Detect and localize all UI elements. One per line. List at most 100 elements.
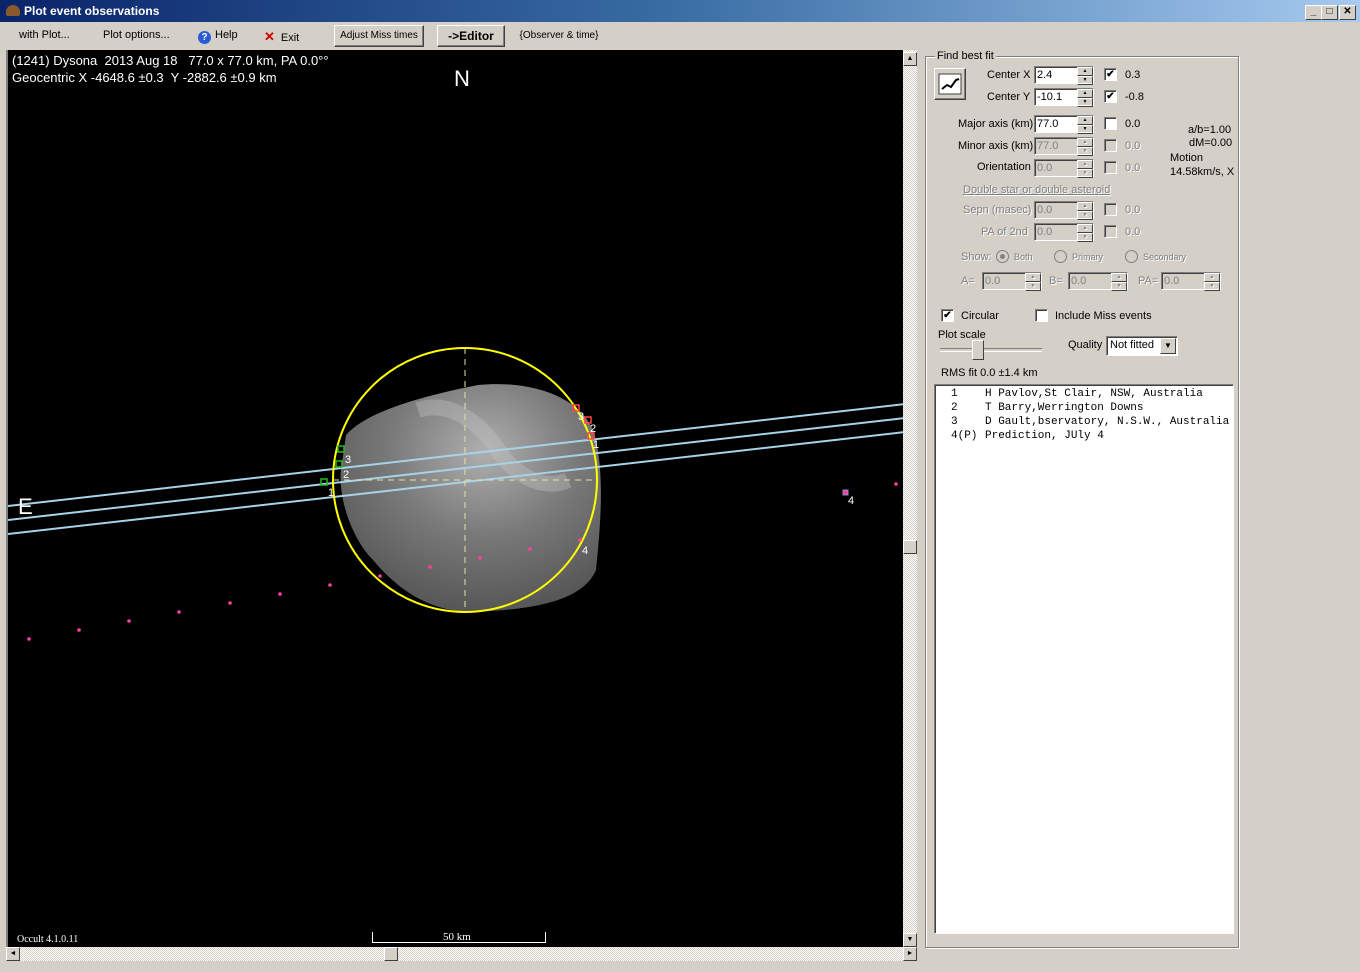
- scroll-up-button[interactable]: ▲: [903, 52, 917, 66]
- circular-checkbox[interactable]: ✔: [941, 309, 954, 322]
- vertical-scroll-thumb[interactable]: [903, 540, 917, 554]
- plot-vertical-scrollbar[interactable]: ▲ ▼: [903, 50, 917, 947]
- plot-canvas[interactable]: 123123 44 (1241) Dysona 2013 Aug 18 77.0…: [6, 50, 905, 947]
- major-axis-input[interactable]: [1037, 117, 1073, 131]
- minor-axis-spinner[interactable]: ▲▼: [1034, 137, 1094, 156]
- center-x-up[interactable]: ▲: [1077, 67, 1093, 76]
- minor-axis-checkbox[interactable]: [1104, 139, 1117, 152]
- pa2-checkbox[interactable]: [1104, 225, 1117, 238]
- sepn-spinner[interactable]: ▲▼: [1034, 201, 1094, 220]
- major-axis-checkbox[interactable]: [1104, 117, 1117, 130]
- horizontal-scroll-thumb[interactable]: [384, 947, 398, 961]
- reappear-label-1: 1: [593, 439, 599, 451]
- center-x-down[interactable]: ▼: [1077, 76, 1093, 85]
- prediction-point-9: [428, 565, 432, 569]
- show-secondary-radio[interactable]: [1125, 250, 1138, 263]
- pa-down[interactable]: ▼: [1204, 282, 1220, 291]
- close-button[interactable]: ✕: [1339, 5, 1356, 20]
- plot-scale-thumb[interactable]: [972, 340, 984, 360]
- pa2-spinner[interactable]: ▲▼: [1034, 223, 1094, 242]
- plot-scale-track[interactable]: [940, 348, 1042, 352]
- circular-label: Circular: [961, 310, 999, 322]
- menu-help[interactable]: ? Help: [198, 29, 238, 44]
- dropdown-arrow-icon[interactable]: ▼: [1160, 338, 1176, 354]
- show-both-radio[interactable]: [996, 250, 1009, 263]
- show-primary-radio[interactable]: [1054, 250, 1067, 263]
- menu-bar: with Plot... Plot options... ? Help ✕ Exit…: [0, 22, 1360, 48]
- minimize-button[interactable]: _: [1305, 5, 1322, 20]
- major-axis-down[interactable]: ▼: [1077, 125, 1093, 134]
- orientation-down[interactable]: ▼: [1077, 169, 1093, 178]
- adjust-miss-times-button[interactable]: Adjust Miss times: [334, 25, 424, 47]
- list-item[interactable]: 3D Gault,bservatory, N.S.W., Australia: [951, 416, 1229, 428]
- center-y-down[interactable]: ▼: [1077, 98, 1093, 107]
- b-up[interactable]: ▲: [1111, 273, 1127, 282]
- center-x-input[interactable]: [1037, 68, 1073, 82]
- plot-header-title: (1241) Dysona 2013 Aug 18 77.0 x 77.0 km…: [12, 53, 329, 68]
- minor-axis-down[interactable]: ▼: [1077, 147, 1093, 156]
- center-y-spinner[interactable]: ▲▼: [1034, 88, 1094, 107]
- pa2-input[interactable]: [1037, 225, 1073, 239]
- b-input[interactable]: [1071, 274, 1107, 288]
- pa2-result: 0.0: [1125, 226, 1141, 238]
- minor-axis-input[interactable]: [1037, 139, 1073, 153]
- b-down[interactable]: ▼: [1111, 282, 1127, 291]
- pa2-down[interactable]: ▼: [1077, 233, 1093, 242]
- plot-horizontal-scrollbar[interactable]: ◄ ►: [6, 947, 917, 961]
- pa-input[interactable]: [1164, 274, 1200, 288]
- a-spinner[interactable]: ▲▼: [982, 272, 1042, 291]
- b-spinner[interactable]: ▲▼: [1068, 272, 1128, 291]
- orientation-checkbox[interactable]: [1104, 161, 1117, 174]
- scroll-right-button[interactable]: ►: [903, 947, 917, 961]
- prediction-point-2: [77, 628, 81, 632]
- motion-value: 14.58km/s, X: [1170, 166, 1235, 178]
- major-axis-up[interactable]: ▲: [1077, 116, 1093, 125]
- include-miss-checkbox[interactable]: [1035, 309, 1048, 322]
- menu-exit[interactable]: ✕ Exit: [264, 29, 299, 45]
- observer-time-button[interactable]: {Observer & time}: [510, 25, 608, 47]
- a-up[interactable]: ▲: [1025, 273, 1041, 282]
- pa-spinner[interactable]: ▲▼: [1161, 272, 1221, 291]
- version-label: Occult 4.1.0.11: [17, 934, 79, 945]
- pa2-up[interactable]: ▲: [1077, 224, 1093, 233]
- sepn-down[interactable]: ▼: [1077, 211, 1093, 220]
- find-best-fit-button[interactable]: [934, 68, 966, 100]
- disappear-marker-2: [335, 460, 343, 468]
- a-input[interactable]: [985, 274, 1021, 288]
- editor-button[interactable]: ->Editor: [437, 25, 505, 47]
- center-y-input[interactable]: [1037, 90, 1073, 104]
- major-axis-spinner[interactable]: ▲▼: [1034, 115, 1094, 134]
- list-item[interactable]: 1H Pavlov,St Clair, NSW, Australia: [951, 388, 1203, 400]
- sepn-checkbox[interactable]: [1104, 203, 1117, 216]
- center-y-checkbox[interactable]: ✔: [1104, 90, 1117, 103]
- maximize-button[interactable]: □: [1321, 5, 1338, 20]
- minor-axis-up[interactable]: ▲: [1077, 138, 1093, 147]
- minor-axis-label: Minor axis (km): [958, 140, 1034, 152]
- scroll-left-button[interactable]: ◄: [6, 947, 20, 961]
- list-item[interactable]: 4(P) Prediction, JUly 4: [951, 430, 1104, 442]
- pa-up[interactable]: ▲: [1204, 273, 1220, 282]
- menu-plot-options[interactable]: Plot options...: [103, 29, 170, 41]
- orientation-input[interactable]: [1037, 161, 1073, 175]
- list-item[interactable]: 2T Barry,Werrington Downs: [951, 402, 1143, 414]
- a-down[interactable]: ▼: [1025, 282, 1041, 291]
- orientation-spinner[interactable]: ▲▼: [1034, 159, 1094, 178]
- prediction-point-11: [528, 547, 532, 551]
- sepn-input[interactable]: [1037, 203, 1073, 217]
- major-axis-label: Major axis (km): [958, 118, 1034, 130]
- ab-ratio: a/b=1.00: [1188, 124, 1232, 136]
- scroll-down-button[interactable]: ▼: [903, 933, 917, 947]
- center-x-checkbox[interactable]: ✔: [1104, 68, 1117, 81]
- exit-label: Exit: [280, 32, 300, 44]
- sepn-up[interactable]: ▲: [1077, 202, 1093, 211]
- orientation-up[interactable]: ▲: [1077, 160, 1093, 169]
- quality-dropdown[interactable]: Not fitted ▼: [1106, 336, 1178, 356]
- center-x-spinner[interactable]: ▲▼: [1034, 66, 1094, 85]
- prediction-point-13: [894, 482, 898, 486]
- prediction-point-4: [177, 610, 181, 614]
- center-y-result: -0.8: [1125, 91, 1144, 103]
- center-y-up[interactable]: ▲: [1077, 89, 1093, 98]
- menu-with-plot[interactable]: with Plot...: [19, 29, 70, 41]
- rms-fit-label: RMS fit 0.0 ±1.4 km: [941, 367, 1038, 379]
- observer-list[interactable]: 1H Pavlov,St Clair, NSW, Australia 2T Ba…: [934, 384, 1234, 934]
